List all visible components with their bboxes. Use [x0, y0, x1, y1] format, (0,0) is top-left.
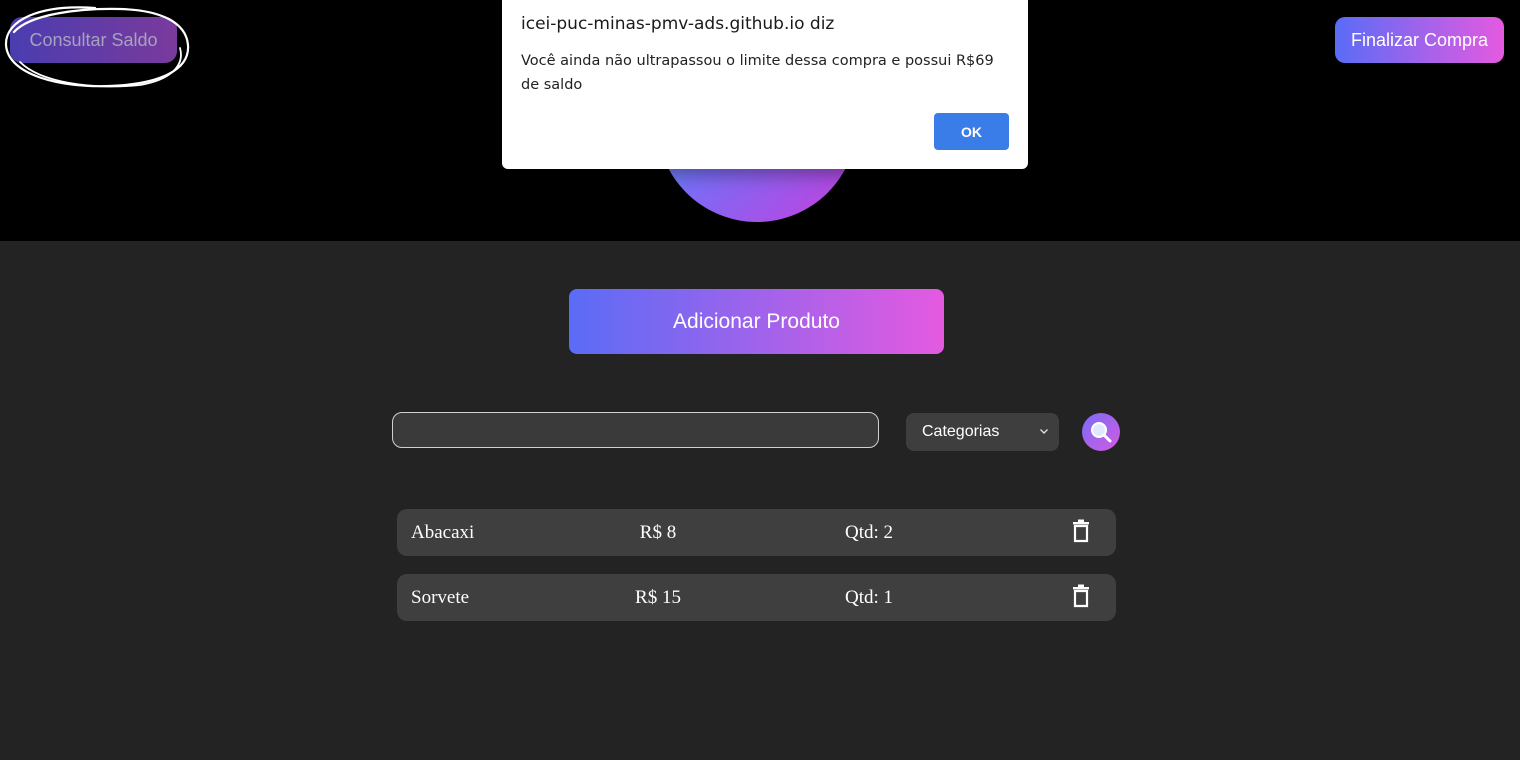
- trash-icon[interactable]: [1072, 519, 1090, 543]
- category-select-value: Categorias: [922, 423, 1000, 440]
- finalizar-compra-button[interactable]: Finalizar Compra: [1335, 17, 1504, 63]
- product-qty: Qtd: 2: [844, 522, 894, 543]
- category-select[interactable]: Categorias: [906, 413, 1059, 451]
- alert-dialog: icei-puc-minas-pmv-ads.github.io diz Voc…: [502, 0, 1028, 169]
- consultar-saldo-button[interactable]: Consultar Saldo: [10, 17, 177, 63]
- dialog-message: Você ainda não ultrapassou o limite dess…: [521, 53, 994, 93]
- adicionar-produto-button[interactable]: Adicionar Produto: [569, 289, 944, 354]
- dialog-title: icei-puc-minas-pmv-ads.github.io diz: [521, 14, 835, 34]
- page: Consultar Saldo Finalizar Compra Adicion…: [0, 0, 1520, 760]
- product-qty: Qtd: 1: [844, 587, 894, 608]
- chevron-down-icon: [1040, 429, 1048, 434]
- product-row: Abacaxi R$ 8 Qtd: 2: [397, 509, 1116, 556]
- search-button[interactable]: [1082, 413, 1120, 451]
- dialog-ok-button[interactable]: OK: [934, 113, 1009, 150]
- search-input[interactable]: [392, 412, 879, 448]
- search-icon: [1091, 422, 1112, 443]
- trash-icon[interactable]: [1072, 584, 1090, 608]
- product-row: Sorvete R$ 15 Qtd: 1: [397, 574, 1116, 621]
